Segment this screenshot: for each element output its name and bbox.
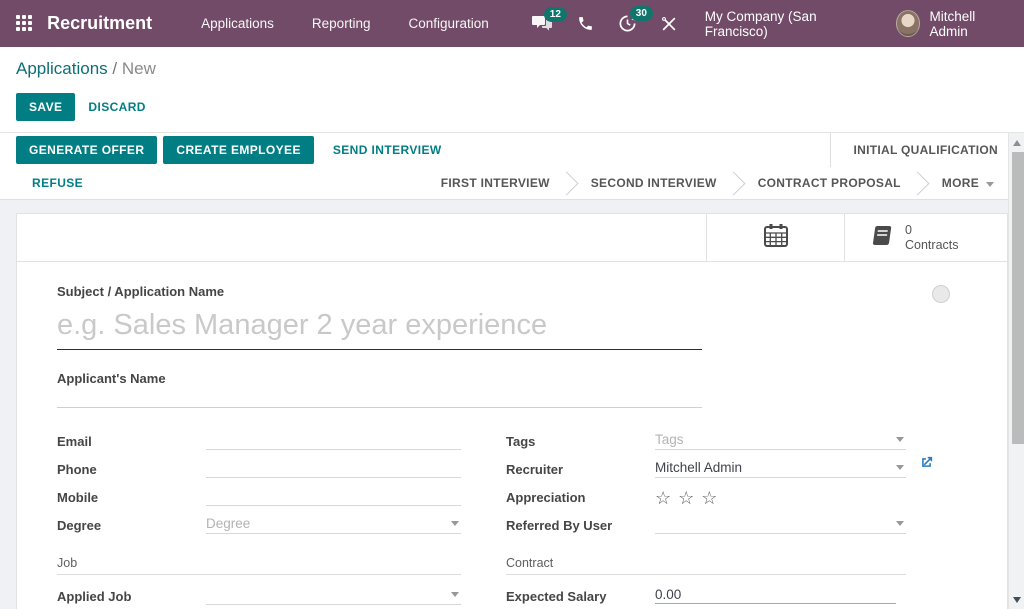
book-icon [869,224,893,252]
refuse-button[interactable]: REFUSE [32,169,96,197]
tags-select[interactable] [655,430,906,449]
recruitment-app-window: Recruitment Applications Reporting Confi… [0,0,1024,609]
contract-section-title: Contract [506,556,906,575]
tags-label: Tags [506,430,655,458]
stage-first-interview[interactable]: FIRST INTERVIEW [441,176,550,190]
stage-second-interview[interactable]: SECOND INTERVIEW [591,176,717,190]
email-row: Email [57,430,461,458]
applied-job-select[interactable] [206,585,461,604]
recruiter-select[interactable] [655,458,906,477]
chevron-down-icon [986,182,994,187]
menu-applications[interactable]: Applications [182,16,293,31]
meetings-stat-button[interactable] [706,214,844,261]
chevron-down-icon[interactable] [896,465,904,470]
user-menu[interactable]: Mitchell Admin [929,9,1008,39]
scroll-up-arrow-icon[interactable] [1013,140,1021,146]
applicant-name-label: Applicant's Name [57,371,904,386]
referred-row: Referred By User [506,514,906,542]
applicant-name-input[interactable] [57,390,702,408]
form-statusbar-panel: GENERATE OFFER CREATE EMPLOYEE SEND INTE… [0,133,1008,200]
phone-label: Phone [57,458,206,486]
appreciation-label: Appreciation [506,486,655,514]
menu-reporting[interactable]: Reporting [293,16,390,31]
activities-badge: 30 [630,6,653,21]
referred-by-user-label: Referred By User [506,514,655,542]
calendar-icon [763,223,789,253]
appreciation-row: Appreciation ☆☆☆ [506,486,906,514]
voip-button[interactable] [577,15,594,32]
create-employee-button[interactable]: CREATE EMPLOYEE [163,136,313,164]
subject-input[interactable] [57,307,702,350]
statusbar-stages: FIRST INTERVIEW SECOND INTERVIEW CONTRAC… [441,175,1008,192]
phone-row: Phone [57,458,461,486]
mobile-row: Mobile [57,486,461,514]
recruiter-row: Recruiter [506,458,906,486]
app-title[interactable]: Recruitment [47,13,152,34]
generate-offer-button[interactable]: GENERATE OFFER [16,136,157,164]
form-sheet: 0 Contracts Subject / Application Name A… [16,213,1008,609]
contracts-stat-button[interactable]: 0 Contracts [844,214,1007,261]
external-link-icon[interactable] [919,455,934,475]
stage-separator-icon [554,171,578,195]
phone-input[interactable] [206,458,461,477]
degree-row: Degree [57,514,461,542]
vertical-scrollbar[interactable] [1008,133,1024,609]
messages-badge: 12 [544,7,567,22]
stage-initial-qualification[interactable]: INITIAL QUALIFICATION [830,133,1008,167]
stat-button-row: 0 Contracts [17,214,1007,262]
mobile-input[interactable] [206,486,461,505]
chevron-down-icon[interactable] [896,521,904,526]
stage-separator-icon [721,171,745,195]
degree-select[interactable] [206,514,461,533]
stage-more-dropdown[interactable]: MORE [942,176,994,190]
tags-row: Tags [506,430,906,458]
applied-job-row: Applied Job [57,585,461,609]
form-fields: Subject / Application Name Applicant's N… [17,262,1007,609]
mobile-label: Mobile [57,486,206,514]
scrollbar-thumb[interactable] [1012,152,1024,444]
tools-button[interactable] [661,16,677,32]
control-panel-top: Applications / New SAVE DISCARD [0,47,1024,133]
messages-button[interactable]: 12 [532,15,553,32]
email-input[interactable] [206,430,461,449]
scroll-down-arrow-icon[interactable] [1013,597,1021,603]
expected-salary-label: Expected Salary [506,585,655,609]
breadcrumb: Applications / New [16,59,1008,79]
form-content-area: 0 Contracts Subject / Application Name A… [0,200,1008,609]
contracts-count: 0 [905,223,959,238]
star-rating-icons[interactable]: ☆☆☆ [655,488,724,508]
applied-job-label: Applied Job [57,585,206,609]
stage-contract-proposal[interactable]: CONTRACT PROPOSAL [758,176,901,190]
user-avatar[interactable] [896,10,921,37]
breadcrumb-separator: / [108,59,122,78]
tools-icon [661,16,677,32]
expected-salary-row: Expected Salary [506,585,906,609]
menu-configuration[interactable]: Configuration [389,16,507,31]
contracts-label: Contracts [905,238,959,253]
discard-button[interactable]: DISCARD [75,93,158,121]
job-section-title: Job [57,556,461,575]
referred-by-user-select[interactable] [655,514,906,533]
email-label: Email [57,430,206,458]
subject-label: Subject / Application Name [57,284,904,299]
degree-label: Degree [57,514,206,542]
phone-icon [577,15,594,32]
send-interview-button[interactable]: SEND INTERVIEW [320,136,455,164]
activities-button[interactable]: 30 [618,14,637,33]
breadcrumb-current: New [122,59,156,78]
chevron-down-icon[interactable] [451,592,459,597]
stage-separator-icon [905,171,929,195]
breadcrumb-applications[interactable]: Applications [16,59,108,78]
company-switcher[interactable]: My Company (San Francisco) [705,9,866,39]
top-navbar: Recruitment Applications Reporting Confi… [0,0,1024,47]
expected-salary-input[interactable] [655,585,896,604]
chevron-down-icon[interactable] [451,521,459,526]
recruiter-label: Recruiter [506,458,655,486]
save-button[interactable]: SAVE [16,93,75,121]
chevron-down-icon[interactable] [896,437,904,442]
apps-grid-icon[interactable] [16,15,32,32]
